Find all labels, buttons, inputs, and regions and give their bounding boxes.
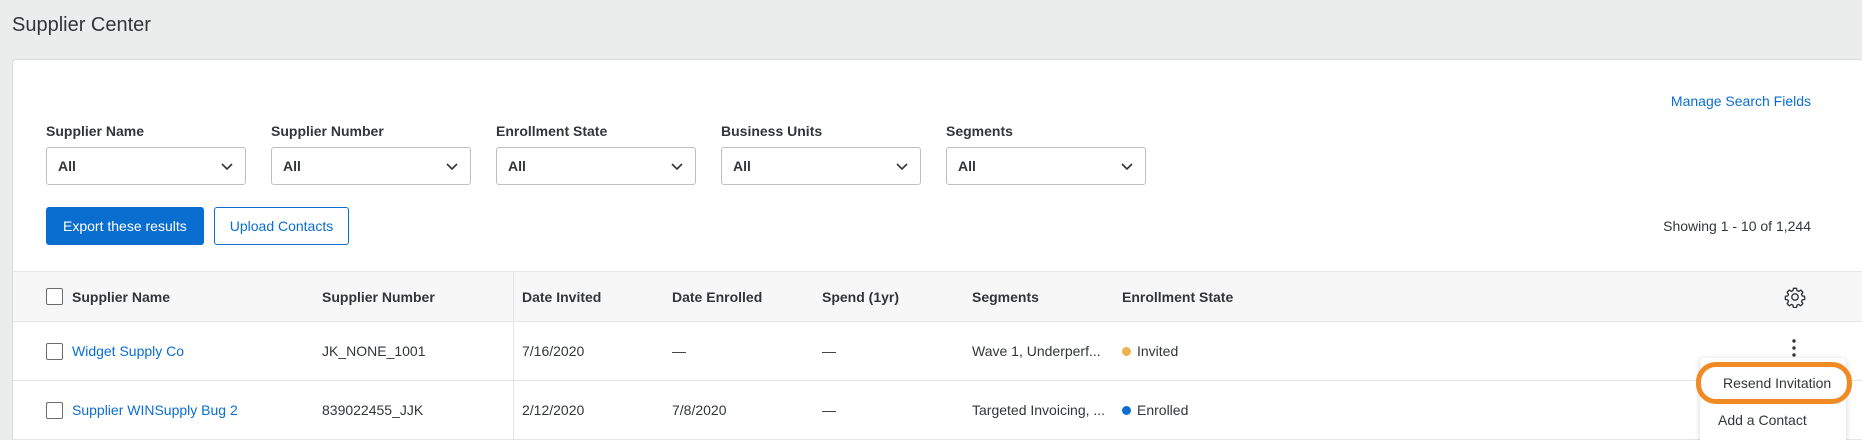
filter-label: Supplier Number [271,123,384,139]
table-row: Widget Supply Co JK_NONE_1001 7/16/2020 … [13,322,1862,381]
enrollment-state-cell: Invited [1122,322,1178,380]
supplier-table: Supplier Name Supplier Number Date Invit… [13,271,1862,440]
enrollment-state-select[interactable]: All [496,147,696,185]
chevron-down-icon [1120,159,1134,173]
select-value: All [283,158,301,174]
select-value: All [733,158,751,174]
chevron-down-icon [220,159,234,173]
chevron-down-icon [895,159,909,173]
filter-label: Enrollment State [496,123,608,139]
filter-label: Supplier Name [46,123,145,139]
select-all-checkbox[interactable] [46,288,63,305]
segments-cell: Wave 1, Underperf... [972,343,1101,359]
column-divider [513,322,514,380]
status-label: Enrolled [1137,402,1189,418]
supplier-name-link[interactable]: Widget Supply Co [72,322,184,380]
export-results-button[interactable]: Export these results [46,207,204,245]
status-dot [1122,346,1131,356]
row-actions-menu: Resend Invitation Add a Contact [1696,358,1852,440]
date-enrolled-cell: — [672,343,686,359]
filter-label: Segments [946,123,1013,139]
action-buttons: Export these results Upload Contacts [46,207,350,245]
filter-segments: Segments All [946,123,1146,185]
segments-cell: Targeted Invoicing, ... [972,402,1106,418]
filter-label: Business Units [721,123,823,139]
filter-business-units: Business Units All [721,123,921,185]
filter-supplier-number: Supplier Number All [271,123,471,185]
chevron-down-icon [670,159,684,173]
header-supplier-number[interactable]: Supplier Number [322,272,435,321]
supplier-search-card: Manage Search Fields Supplier Name All S… [12,59,1862,440]
add-contact-menu-item[interactable]: Add a Contact [1700,404,1846,436]
header-date-enrolled[interactable]: Date Enrolled [672,272,762,321]
page-title: Supplier Center [12,14,151,36]
date-invited-cell: 7/16/2020 [522,343,585,359]
supplier-number-select[interactable]: All [271,147,471,185]
segments-select[interactable]: All [946,147,1146,185]
supplier-name-link[interactable]: Supplier WINSupply Bug 2 [72,381,238,439]
header-segments[interactable]: Segments [972,272,1039,321]
date-enrolled-cell: 7/8/2020 [672,402,727,418]
header-supplier-name[interactable]: Supplier Name [72,272,170,321]
spend-cell: — [822,402,836,418]
table-row: Supplier WINSupply Bug 2 839022455_JJK 2… [13,381,1862,440]
spend-cell: — [822,343,836,359]
select-value: All [958,158,976,174]
manage-search-fields-link[interactable]: Manage Search Fields [1671,93,1811,109]
upload-contacts-button[interactable]: Upload Contacts [213,207,350,245]
row-checkbox[interactable] [46,401,63,419]
row-select-cell [46,381,63,439]
gear-icon[interactable] [1784,272,1806,321]
row-checkbox[interactable] [46,342,63,360]
filter-bar: Supplier Name All Supplier Number All En… [46,123,1146,185]
filter-enrollment-state: Enrollment State All [496,123,696,185]
select-value: All [508,158,526,174]
filter-supplier-name: Supplier Name All [46,123,246,185]
table-header: Supplier Name Supplier Number Date Invit… [13,271,1862,322]
header-spend[interactable]: Spend (1yr) [822,272,899,321]
date-invited-cell: 2/12/2020 [522,402,585,418]
chevron-down-icon [445,159,459,173]
column-divider [513,381,514,439]
resend-invitation-menu-item[interactable]: Resend Invitation [1696,362,1852,404]
header-enrollment-state[interactable]: Enrollment State [1122,272,1233,321]
header-date-invited[interactable]: Date Invited [522,272,601,321]
business-units-select[interactable]: All [721,147,921,185]
status-dot [1122,405,1131,415]
supplier-number-cell: JK_NONE_1001 [322,343,426,359]
select-value: All [58,158,76,174]
select-all-cell [46,272,63,321]
status-label: Invited [1137,343,1179,359]
column-divider [513,272,514,321]
enrollment-state-cell: Enrolled [1122,381,1188,439]
row-select-cell [46,322,63,380]
results-count: Showing 1 - 10 of 1,244 [1663,218,1811,234]
supplier-name-select[interactable]: All [46,147,246,185]
supplier-number-cell: 839022455_JJK [322,402,424,418]
